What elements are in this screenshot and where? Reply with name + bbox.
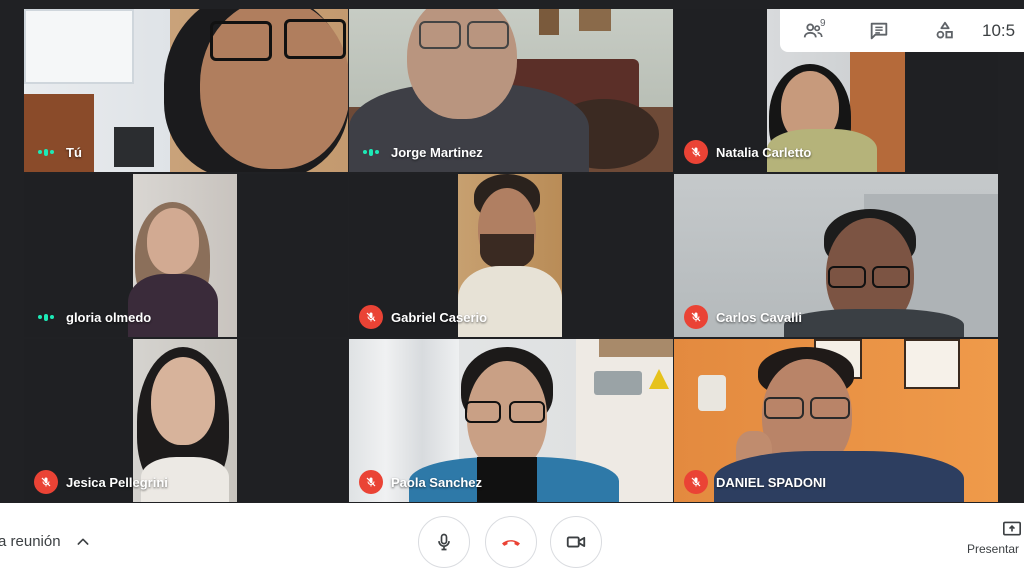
participant-name: Jorge Martinez bbox=[391, 144, 483, 160]
participant-name: gloria olmedo bbox=[66, 309, 152, 325]
participant-tile[interactable]: Jorge Martinez bbox=[349, 9, 673, 172]
participant-tile[interactable]: Paola Sanchez bbox=[349, 339, 673, 502]
participants-button[interactable]: 9 bbox=[780, 9, 846, 52]
video-grid: Tú Jorge Martinez Natalia Carletto glori… bbox=[0, 0, 1024, 503]
participant-tile-self[interactable]: Tú bbox=[24, 9, 348, 172]
participants-count: 9 bbox=[820, 18, 826, 29]
participant-name: Gabriel Caserio bbox=[391, 309, 488, 325]
participant-name: Jesica Pellegrini bbox=[66, 474, 168, 490]
participant-tile[interactable]: Jesica Pellegrini bbox=[24, 339, 348, 502]
mic-off-icon bbox=[684, 305, 708, 329]
speaking-indicator-icon bbox=[34, 140, 58, 164]
chat-button[interactable] bbox=[846, 9, 912, 52]
mic-off-icon bbox=[359, 305, 383, 329]
participant-name: Tú bbox=[66, 144, 82, 160]
meeting-clock: 10:5 bbox=[982, 20, 1016, 40]
speaking-indicator-icon bbox=[359, 140, 383, 164]
hangup-icon bbox=[502, 540, 520, 546]
chat-icon bbox=[870, 22, 888, 39]
mic-off-icon bbox=[34, 470, 58, 494]
participant-name: Paola Sanchez bbox=[391, 474, 483, 490]
present-icon bbox=[1003, 521, 1021, 536]
mic-icon bbox=[438, 533, 450, 551]
participant-tile[interactable]: DANIEL SPADONI bbox=[674, 339, 998, 502]
mic-off-icon bbox=[359, 470, 383, 494]
camera-icon bbox=[566, 536, 586, 548]
activities-icon bbox=[936, 21, 953, 39]
participant-tile[interactable]: gloria olmedo bbox=[24, 174, 348, 337]
mic-off-icon bbox=[684, 140, 708, 164]
present-label: Presentar bbox=[966, 542, 1020, 556]
meeting-details-button[interactable]: a reunión bbox=[0, 533, 91, 550]
participant-name: Carlos Cavalli bbox=[716, 309, 802, 325]
camera-button[interactable] bbox=[550, 516, 602, 568]
mic-off-icon bbox=[684, 470, 708, 494]
participant-name: Natalia Carletto bbox=[716, 144, 812, 160]
microphone-button[interactable] bbox=[418, 516, 470, 568]
activities-button[interactable] bbox=[912, 9, 978, 52]
leave-call-button[interactable] bbox=[485, 516, 537, 568]
participant-name: DANIEL SPADONI bbox=[716, 474, 827, 490]
present-now-button[interactable]: Presentar bbox=[962, 520, 1024, 556]
participant-tile[interactable]: Carlos Cavalli bbox=[674, 174, 998, 337]
meeting-details-label: a reunión bbox=[0, 533, 61, 550]
participant-tile[interactable]: Gabriel Caserio bbox=[349, 174, 673, 337]
bottom-control-bar: a reunión Presentar bbox=[0, 503, 1024, 580]
speaking-indicator-icon bbox=[34, 305, 58, 329]
chevron-up-icon bbox=[77, 538, 89, 545]
top-toolbar: 9 10:5 bbox=[780, 9, 1024, 52]
